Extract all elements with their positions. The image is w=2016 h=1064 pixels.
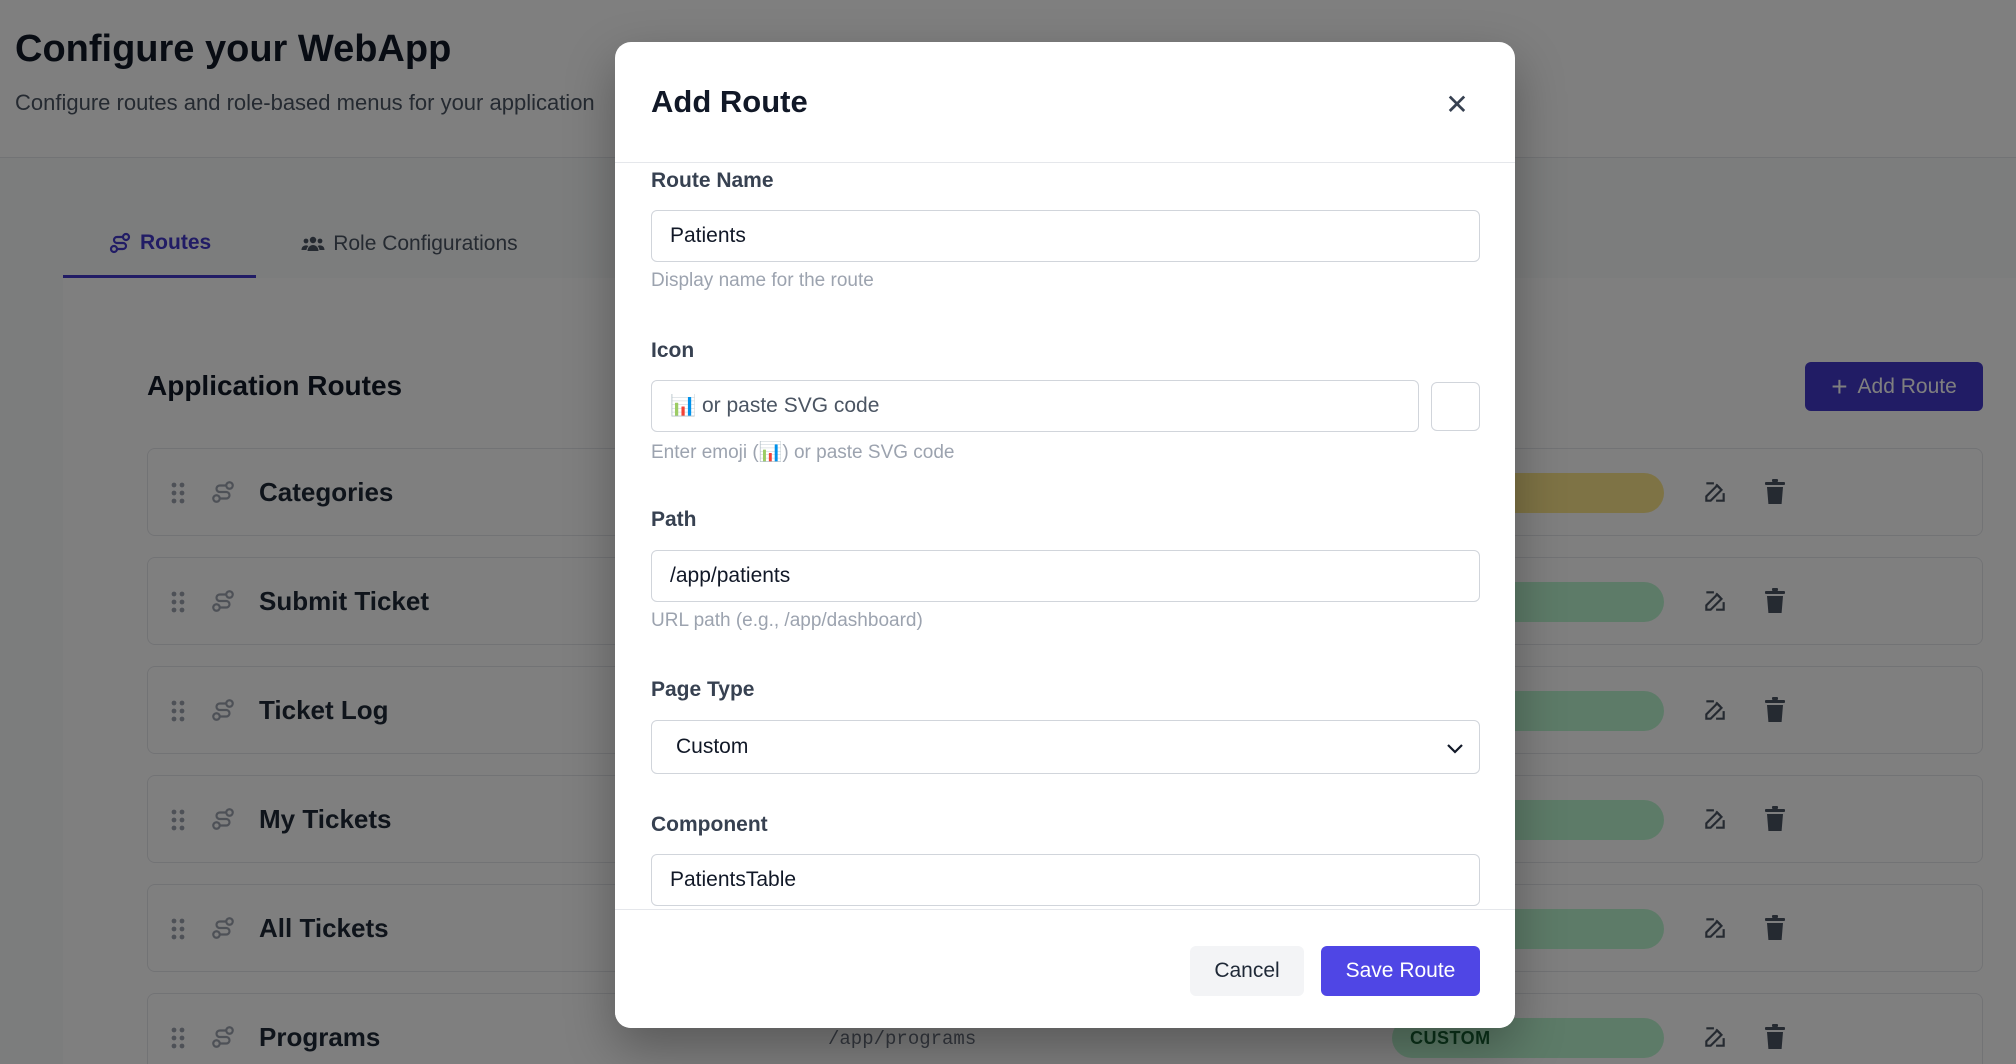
close-icon: ✕ xyxy=(1445,87,1469,121)
cancel-button[interactable]: Cancel xyxy=(1190,946,1304,996)
path-label: Path xyxy=(651,508,697,531)
path-input[interactable] xyxy=(651,550,1480,602)
save-route-button[interactable]: Save Route xyxy=(1321,946,1480,996)
chevron-down-icon xyxy=(1447,744,1463,754)
modal-footer: Cancel Save Route xyxy=(615,909,1515,1028)
modal-title: Add Route xyxy=(651,84,808,119)
page-type-label: Page Type xyxy=(651,678,755,701)
component-label: Component xyxy=(651,813,768,836)
icon-help: Enter emoji (📊) or paste SVG code xyxy=(651,442,955,463)
route-name-input[interactable] xyxy=(651,210,1480,262)
route-name-help: Display name for the route xyxy=(651,270,874,291)
icon-input[interactable] xyxy=(651,380,1419,432)
add-route-modal: Add Route ✕ Route Name Display name for … xyxy=(615,42,1515,1028)
component-input[interactable] xyxy=(651,854,1480,906)
icon-preview xyxy=(1431,382,1480,431)
close-button[interactable]: ✕ xyxy=(1439,86,1475,122)
route-name-label: Route Name xyxy=(651,169,774,192)
modal-header: Add Route ✕ xyxy=(615,42,1515,163)
page-type-value: Custom xyxy=(676,735,749,758)
page-type-select[interactable]: Custom xyxy=(651,720,1480,774)
icon-label: Icon xyxy=(651,339,695,362)
path-help: URL path (e.g., /app/dashboard) xyxy=(651,610,923,631)
